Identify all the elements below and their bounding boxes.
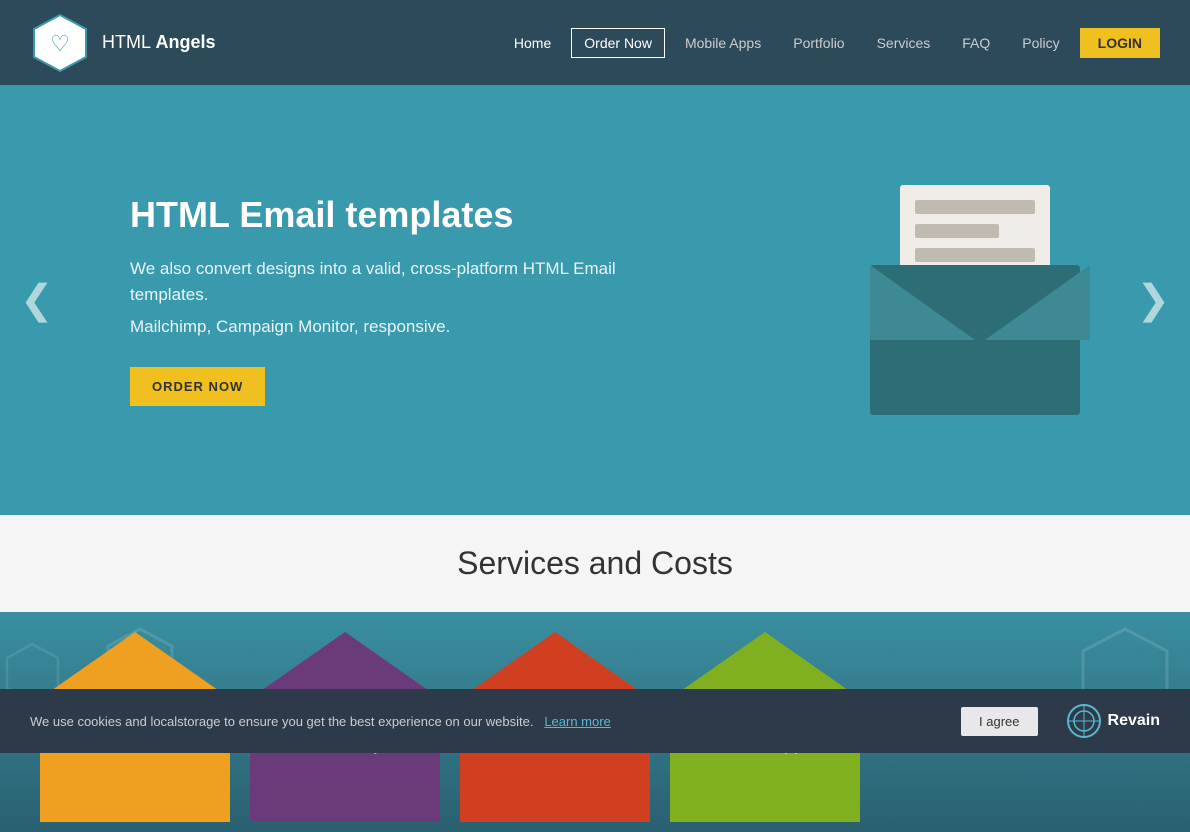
nav-portfolio[interactable]: Portfolio [781,29,856,57]
header: ♡ HTML Angels Home Order Now Mobile Apps… [0,0,1190,85]
hero-image [870,185,1090,415]
logo-area: ♡ HTML Angels [30,13,215,73]
logo-hex-icon: ♡ [30,13,90,73]
revain-text: Revain [1108,712,1160,730]
envelope-illustration [870,185,1090,415]
slider-prev-arrow[interactable]: ❮ [20,277,54,323]
cookie-bar: We use cookies and localstorage to ensur… [0,689,1190,753]
hero-content: HTML Email templates We also convert des… [130,194,690,406]
services-title-section: Services and Costs [0,515,1190,612]
hero-title: HTML Email templates [130,194,690,236]
nav-faq[interactable]: FAQ [950,29,1002,57]
main-nav: Home Order Now Mobile Apps Portfolio Ser… [502,28,1160,58]
nav-services[interactable]: Services [865,29,943,57]
hero-description: We also convert designs into a valid, cr… [130,256,690,307]
doc-line-3 [915,248,1035,262]
nav-mobile-apps[interactable]: Mobile Apps [673,29,773,57]
cookie-agree-button[interactable]: I agree [961,707,1037,736]
brand-angels: Angels [155,32,215,52]
envelope-flap-right [985,265,1090,340]
nav-order-now[interactable]: Order Now [571,28,665,58]
doc-line-2 [915,224,999,238]
hero-sub-description: Mailchimp, Campaign Monitor, responsive. [130,317,690,337]
slider-next-arrow[interactable]: ❯ [1136,277,1170,323]
services-main-title: Services and Costs [20,545,1170,582]
svg-text:♡: ♡ [50,31,70,56]
brand-name: HTML Angels [102,32,215,53]
cookie-message: We use cookies and localstorage to ensur… [30,714,953,729]
nav-login[interactable]: LOGIN [1080,28,1160,58]
revain-logo: Revain [1066,703,1160,739]
nav-policy[interactable]: Policy [1010,29,1071,57]
doc-line-1 [915,200,1035,214]
cookie-learn-more-link[interactable]: Learn more [544,714,610,729]
hero-section: ❮ HTML Email templates We also convert d… [0,85,1190,515]
nav-home[interactable]: Home [502,29,563,57]
hero-cta-button[interactable]: ORDER NOW [130,367,265,406]
cookie-message-text: We use cookies and localstorage to ensur… [30,714,533,729]
brand-html: HTML [102,32,151,52]
revain-logo-icon [1066,703,1102,739]
envelope-flap-left [870,265,975,340]
